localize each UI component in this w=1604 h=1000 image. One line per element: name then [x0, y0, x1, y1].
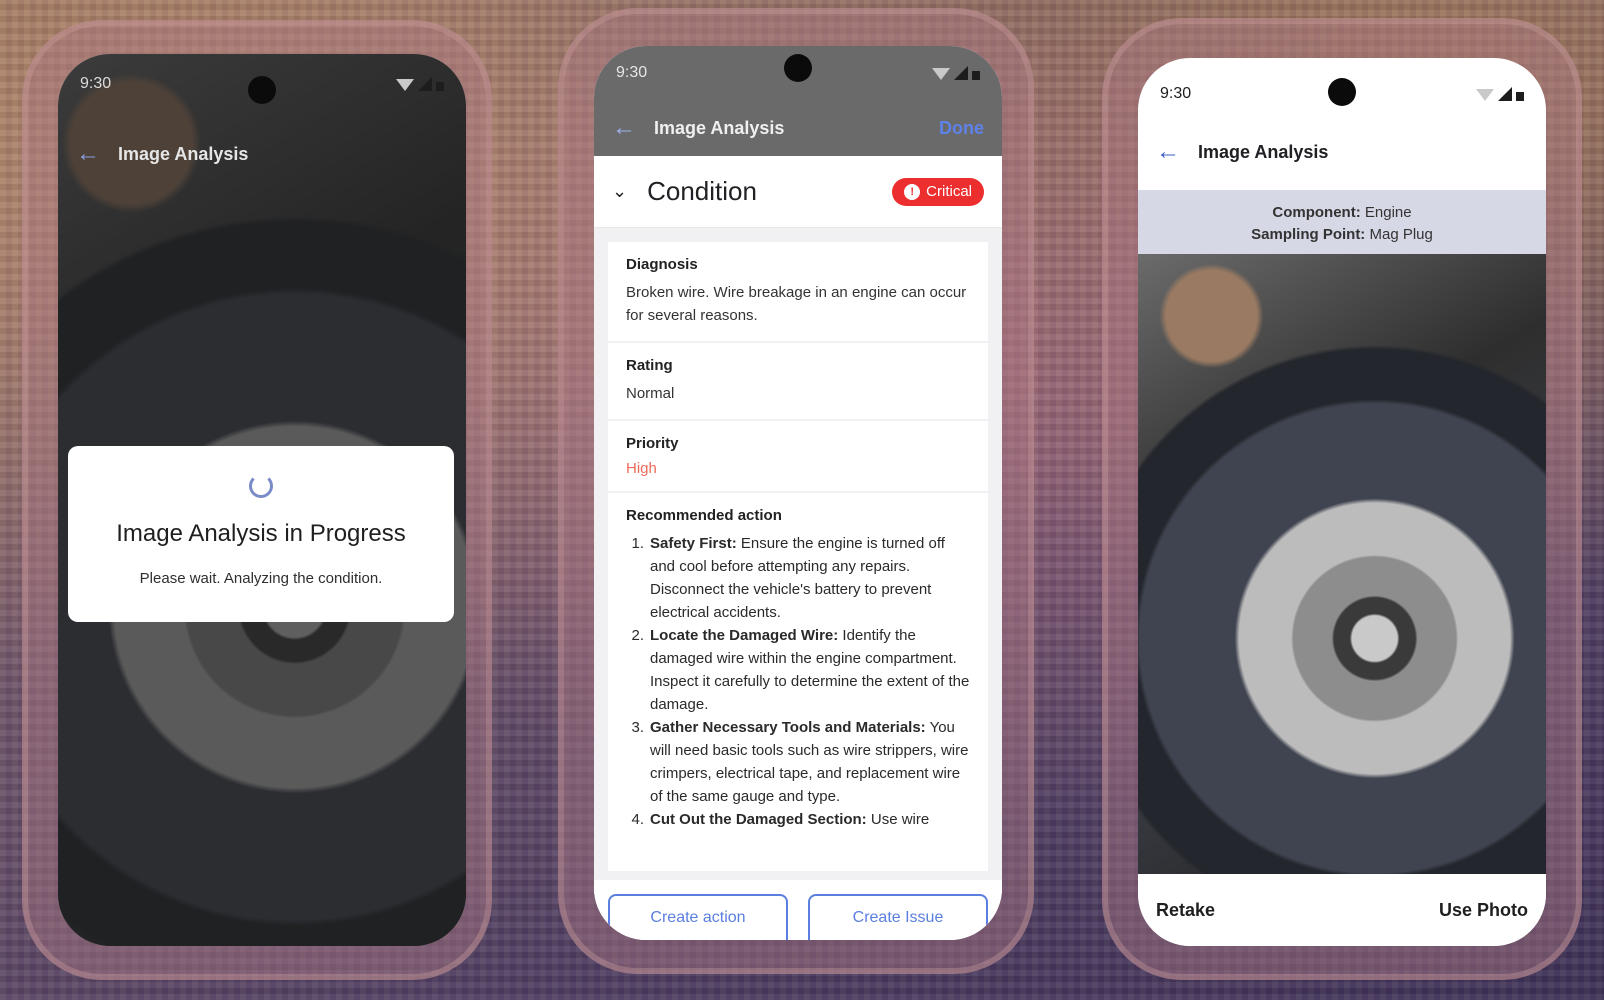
spinner-icon	[249, 474, 273, 498]
item-body: Locate the Damaged Wire: Identify the da…	[650, 624, 970, 716]
back-arrow-icon[interactable]: ←	[1156, 138, 1180, 166]
alert-icon: !	[904, 183, 921, 200]
back-arrow-icon[interactable]: ←	[612, 114, 636, 142]
sampling-line: Sampling Point: Mag Plug	[1138, 224, 1546, 246]
chevron-down-icon[interactable]: ⌄	[612, 181, 627, 202]
create-issue-button[interactable]: Create Issue	[808, 894, 988, 940]
battery-icon	[1516, 92, 1524, 101]
item-heading: Gather Necessary Tools and Materials:	[650, 719, 926, 736]
wifi-icon	[1476, 89, 1494, 101]
create-action-button[interactable]: Create action	[608, 894, 788, 940]
phone-progress: 9:30 ← Image Analysis Image Analysis in …	[58, 54, 466, 946]
item-body: Gather Necessary Tools and Materials: Yo…	[650, 716, 970, 808]
engine-photo	[1138, 254, 1546, 874]
status-icons	[932, 66, 980, 80]
status-time: 9:30	[616, 64, 648, 81]
status-time: 9:30	[80, 75, 112, 92]
list-item: 4. Cut Out the Damaged Section: Use wire	[626, 808, 970, 831]
signal-icon	[418, 77, 432, 91]
page-title: Image Analysis	[118, 143, 249, 164]
dialog-subtitle: Please wait. Analyzing the condition.	[139, 570, 383, 587]
item-number: 3.	[631, 719, 644, 736]
item-number: 4.	[631, 811, 644, 828]
item-text: Use wire	[866, 811, 930, 828]
component-label: Component:	[1272, 204, 1361, 221]
battery-icon	[972, 71, 980, 80]
item-body: Safety First: Ensure the engine is turne…	[650, 532, 970, 624]
diagnosis-text: Broken wire. Wire breakage in an engine …	[626, 284, 967, 324]
component-line: Component: Engine	[1138, 202, 1546, 224]
condition-details: Diagnosis Broken wire. Wire breakage in …	[594, 228, 1002, 940]
page-title: Image Analysis	[1198, 141, 1329, 162]
camera-actions: Retake Use Photo	[1138, 874, 1546, 946]
component-value: Engine	[1360, 204, 1412, 221]
sampling-value: Mag Plug	[1365, 226, 1433, 243]
recommended-label: Recommended action	[626, 507, 782, 524]
rating-card: Rating Normal	[608, 343, 988, 421]
signal-icon	[954, 66, 968, 80]
priority-label: Priority	[626, 435, 679, 452]
rating-label: Rating	[626, 357, 673, 374]
diagnosis-label: Diagnosis	[626, 256, 698, 273]
list-item: 2. Locate the Damaged Wire: Identify the …	[626, 624, 970, 716]
done-button[interactable]: Done	[939, 118, 984, 139]
priority-value: High	[626, 460, 657, 477]
badge-label: Critical	[926, 183, 972, 200]
status-bar: 9:30	[58, 54, 466, 114]
camera-cutout	[784, 54, 812, 82]
item-heading: Locate the Damaged Wire:	[650, 627, 839, 644]
condition-title: Condition	[647, 176, 757, 206]
item-number: 1.	[631, 535, 644, 552]
signal-icon	[1498, 87, 1512, 101]
phone-camera: 9:30 ← Image Analysis Component: Engine …	[1138, 58, 1546, 946]
page-title: Image Analysis	[654, 117, 785, 138]
status-bar: 9:30	[1138, 64, 1546, 124]
progress-dialog: Image Analysis in Progress Please wait. …	[68, 446, 454, 622]
status-icons	[1476, 87, 1524, 101]
retake-button[interactable]: Retake	[1156, 900, 1215, 921]
priority-card: Priority High	[608, 421, 988, 493]
wifi-icon	[396, 79, 414, 91]
sample-info: Component: Engine Sampling Point: Mag Pl…	[1138, 190, 1546, 254]
battery-icon	[436, 82, 444, 91]
phone-result: 9:30 ← Image Analysis Done ⌄ Condition !…	[594, 46, 1002, 940]
item-body: Cut Out the Damaged Section: Use wire	[650, 808, 929, 831]
item-number: 2.	[631, 627, 644, 644]
wifi-icon	[932, 68, 950, 80]
app-bar: ← Image Analysis Done	[594, 100, 1002, 156]
back-arrow-icon[interactable]: ←	[76, 140, 100, 168]
app-bar: ← Image Analysis	[1138, 128, 1546, 176]
dialog-title: Image Analysis in Progress	[116, 520, 406, 547]
sampling-label: Sampling Point:	[1251, 226, 1366, 243]
action-bar: Create action Create Issue	[594, 880, 1002, 940]
recommended-card: Recommended action 1. Safety First: Ensur…	[608, 493, 988, 873]
item-heading: Cut Out the Damaged Section:	[650, 811, 867, 828]
condition-header[interactable]: ⌄ Condition ! Critical	[594, 156, 1002, 228]
use-photo-button[interactable]: Use Photo	[1439, 900, 1528, 921]
recommended-list: 1. Safety First: Ensure the engine is tur…	[626, 532, 970, 831]
item-heading: Safety First:	[650, 535, 737, 552]
status-badge: ! Critical	[892, 177, 984, 206]
rating-value: Normal	[626, 385, 675, 402]
list-item: 1. Safety First: Ensure the engine is tur…	[626, 532, 970, 624]
status-time: 9:30	[1160, 85, 1192, 102]
list-item: 3. Gather Necessary Tools and Materials: …	[626, 716, 970, 808]
status-icons	[396, 77, 444, 91]
diagnosis-card: Diagnosis Broken wire. Wire breakage in …	[608, 242, 988, 343]
app-bar: ← Image Analysis	[58, 130, 466, 178]
